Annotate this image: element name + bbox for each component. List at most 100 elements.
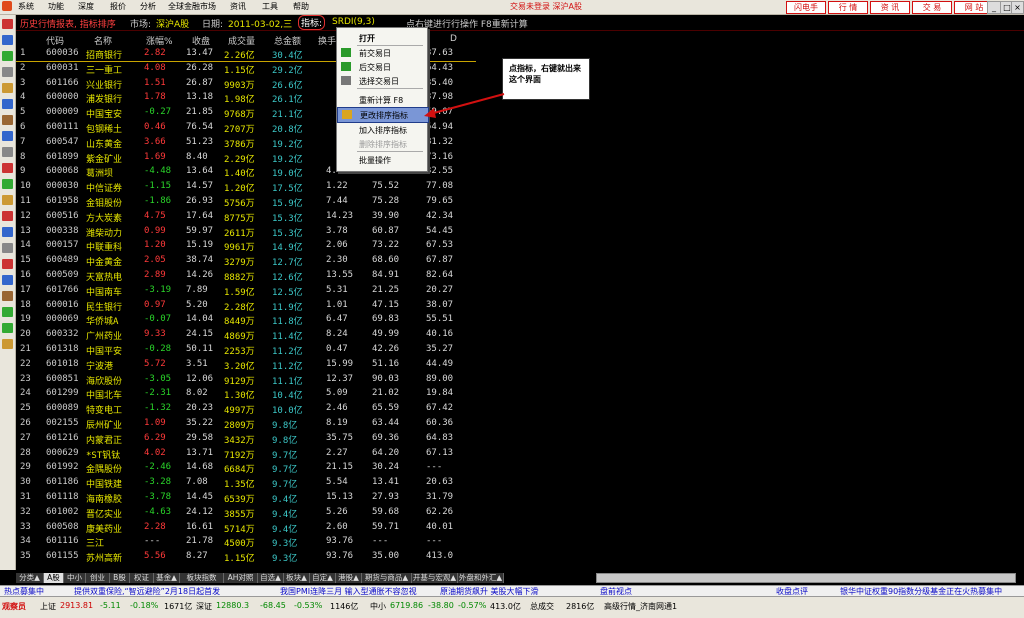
quote-button[interactable]: 行 情 xyxy=(828,1,868,14)
menu-global-market[interactable]: 全球金融市场 xyxy=(168,1,216,12)
tab-7[interactable]: 板块指数 xyxy=(180,573,224,583)
context-menu-item[interactable]: 更改排序指标 xyxy=(337,107,429,123)
context-menu-item[interactable]: 删除排序指标 xyxy=(337,137,427,151)
context-menu-item[interactable]: 重新计算 F8 xyxy=(337,93,427,107)
search-icon[interactable] xyxy=(2,179,13,189)
table-row[interactable]: 20 600332 广州药业 9.33 24.15 4869万 11.4亿 8.24 49.99… xyxy=(16,328,476,342)
context-menu-item[interactable]: 加入排序指标 xyxy=(337,123,427,137)
tab-3[interactable]: 创业 xyxy=(86,573,110,583)
menu-system[interactable]: 系统 xyxy=(18,1,34,12)
table-row[interactable]: 10 000030 中信证券 -1.15 14.57 1.20亿 17.5亿 1.22 75.5… xyxy=(16,180,476,194)
date-value[interactable]: 2011-03-02,三 xyxy=(228,17,292,30)
table-row[interactable]: 12 600516 方大炭素 4.75 17.64 8775万 15.3亿 14.23 39.9… xyxy=(16,210,476,224)
trade-icon[interactable] xyxy=(2,211,13,221)
tab-5[interactable]: 权证 xyxy=(130,573,154,583)
tab-9[interactable]: 自选▲ xyxy=(258,573,284,583)
context-menu-item[interactable]: 打开 xyxy=(337,31,427,45)
context-menu-item[interactable]: 选择交易日 xyxy=(337,74,427,88)
table-row[interactable]: 19 000069 华侨城A -0.07 14.04 8449万 11.8亿 6.47 69.8… xyxy=(16,313,476,327)
header-volume[interactable]: 成交量 xyxy=(228,34,255,47)
menu-help[interactable]: 帮助 xyxy=(293,1,309,12)
table-row[interactable]: 16 600509 天富热电 2.89 14.26 8882万 12.6亿 13.55 84.9… xyxy=(16,269,476,283)
table-row[interactable]: 18 600016 民生银行 0.97 5.20 2.28亿 11.9亿 1.01 47.15 3… xyxy=(16,299,476,313)
table-row[interactable]: 34 601116 三江 --- 21.78 4500万 9.3亿 93.76 --- --- xyxy=(16,535,476,549)
header-d[interactable]: D xyxy=(450,34,457,44)
table-row[interactable]: 35 601155 苏州高新 5.56 8.27 1.15亿 9.3亿 93.76 35.00 4… xyxy=(16,550,476,564)
tab-10[interactable]: 板块▲ xyxy=(284,573,310,583)
tab-14[interactable]: 开基与宏观▲ xyxy=(412,573,458,583)
context-menu-item[interactable]: 前交易日 xyxy=(337,46,427,60)
f10-icon[interactable] xyxy=(2,99,13,109)
minimize-button[interactable]: _ xyxy=(987,1,1001,14)
table-row[interactable]: 28 000629 *ST钒钛 4.02 13.71 7192万 9.7亿 2.27 64.20… xyxy=(16,447,476,461)
table-row[interactable]: 25 600089 特变电工 -1.32 20.23 4997万 10.0亿 2.46 65.5… xyxy=(16,402,476,416)
close-button[interactable]: × xyxy=(1011,1,1024,14)
news-button[interactable]: 资 讯 xyxy=(870,1,910,14)
help-icon[interactable] xyxy=(2,339,13,349)
tab-8[interactable]: AH对照 xyxy=(224,573,258,583)
menu-quote[interactable]: 报价 xyxy=(110,1,126,12)
right-arrow-icon[interactable] xyxy=(2,323,13,333)
news-icon[interactable] xyxy=(2,83,13,93)
left-arrow-icon[interactable] xyxy=(2,307,13,317)
trade-button[interactable]: 交 易 xyxy=(912,1,952,14)
tab-6[interactable]: 基金▲ xyxy=(154,573,180,583)
table-row[interactable]: 11 601958 金钼股份 -1.86 26.93 5756万 15.9亿 7.44 75.2… xyxy=(16,195,476,209)
menu-analysis[interactable]: 分析 xyxy=(140,1,156,12)
menu-function[interactable]: 功能 xyxy=(48,1,64,12)
tab-0[interactable]: 分类▲ xyxy=(16,573,44,583)
table-row[interactable]: 23 600851 海欣股份 -3.05 12.06 9129万 11.1亿 12.37 90.… xyxy=(16,373,476,387)
settings-icon[interactable] xyxy=(2,243,13,253)
indicator-label[interactable]: 指标: xyxy=(298,15,326,30)
context-menu-item[interactable]: 后交易日 xyxy=(337,60,427,74)
flash-trader-button[interactable]: 闪电手 xyxy=(786,1,826,14)
header-name[interactable]: 名称 xyxy=(94,34,112,47)
folder-icon[interactable] xyxy=(2,275,13,285)
indicator-value[interactable]: SRDI(9,3) xyxy=(332,17,375,27)
table-row[interactable]: 26 002155 辰州矿业 1.09 35.22 2809万 9.8亿 8.19 63.44 6… xyxy=(16,417,476,431)
header-amount[interactable]: 总金额 xyxy=(274,34,301,47)
table-row[interactable]: 31 601118 海南橡胶 -3.78 14.45 6539万 9.4亿 15.13 27.9… xyxy=(16,491,476,505)
report-icon[interactable] xyxy=(2,67,13,77)
context-menu-item[interactable]: 批量操作 xyxy=(337,153,427,167)
menu-tools[interactable]: 工具 xyxy=(262,1,278,12)
table-row[interactable]: 29 601992 金隅股份 -2.46 14.68 6684万 9.7亿 21.15 30.2… xyxy=(16,461,476,475)
table-row[interactable]: 21 601318 中国平安 -0.28 50.11 2253万 11.2亿 0.47 42.2… xyxy=(16,343,476,357)
table-row[interactable]: 32 601002 晋亿实业 -4.63 24.12 3855万 9.4亿 5.26 59.68… xyxy=(16,506,476,520)
table-row[interactable]: 27 601216 内蒙君正 6.29 29.58 3432万 9.8亿 35.75 69.36… xyxy=(16,432,476,446)
tab-11[interactable]: 自定▲ xyxy=(310,573,336,583)
chart2-icon[interactable] xyxy=(2,259,13,269)
warning-icon[interactable] xyxy=(2,163,13,173)
tools-icon[interactable] xyxy=(2,195,13,205)
menu-depth[interactable]: 深度 xyxy=(78,1,94,12)
tab-2[interactable]: 中小 xyxy=(64,573,86,583)
table-row[interactable]: 30 601186 中国铁建 -3.28 7.08 1.35亿 9.7亿 5.54 13.41 2… xyxy=(16,476,476,490)
horizontal-scrollbar[interactable] xyxy=(596,573,1016,583)
tab-15[interactable]: 外盘和外汇▲ xyxy=(458,573,504,583)
header-change[interactable]: 涨幅% xyxy=(146,34,173,47)
table-row[interactable]: 17 601766 中国南车 -3.19 7.89 1.59亿 12.5亿 5.31 21.25… xyxy=(16,284,476,298)
tab-4[interactable]: B股 xyxy=(110,573,130,583)
header-close[interactable]: 收盘 xyxy=(192,34,210,47)
portfolio-icon[interactable] xyxy=(2,227,13,237)
header-turnover[interactable]: 换手 xyxy=(318,34,336,47)
analysis-icon[interactable] xyxy=(2,131,13,141)
kline-icon[interactable] xyxy=(2,51,13,61)
formula-icon[interactable] xyxy=(2,115,13,125)
table-row[interactable]: 22 601018 宁波港 5.72 3.51 3.20亿 11.2亿 15.99 51.16 4… xyxy=(16,358,476,372)
tab-13[interactable]: 期货与商品▲ xyxy=(362,573,412,583)
table-row[interactable]: 24 601299 中国北车 -2.31 8.02 1.30亿 10.4亿 5.09 21.02… xyxy=(16,387,476,401)
tab-1[interactable]: A股 xyxy=(44,573,64,583)
table-row[interactable]: 15 600489 中金黄金 2.05 38.74 3279万 12.7亿 2.30 68.60… xyxy=(16,254,476,268)
table-row[interactable]: 33 600508 康美药业 2.28 16.61 5714万 9.4亿 2.60 59.71 4… xyxy=(16,521,476,535)
edit-icon[interactable] xyxy=(2,291,13,301)
tab-12[interactable]: 港股▲ xyxy=(336,573,362,583)
chart-icon[interactable] xyxy=(2,35,13,45)
header-code[interactable]: 代码 xyxy=(46,34,64,47)
market-value[interactable]: 深沪A股 xyxy=(156,17,189,30)
table-row[interactable]: 13 000338 潍柴动力 0.99 59.97 2611万 15.3亿 3.78 60.87… xyxy=(16,225,476,239)
table-row[interactable]: 14 000157 中联重科 1.20 15.19 9961万 14.9亿 2.06 73.22… xyxy=(16,239,476,253)
filter-icon[interactable] xyxy=(2,147,13,157)
menu-news[interactable]: 资讯 xyxy=(230,1,246,12)
home-icon[interactable] xyxy=(2,19,13,29)
